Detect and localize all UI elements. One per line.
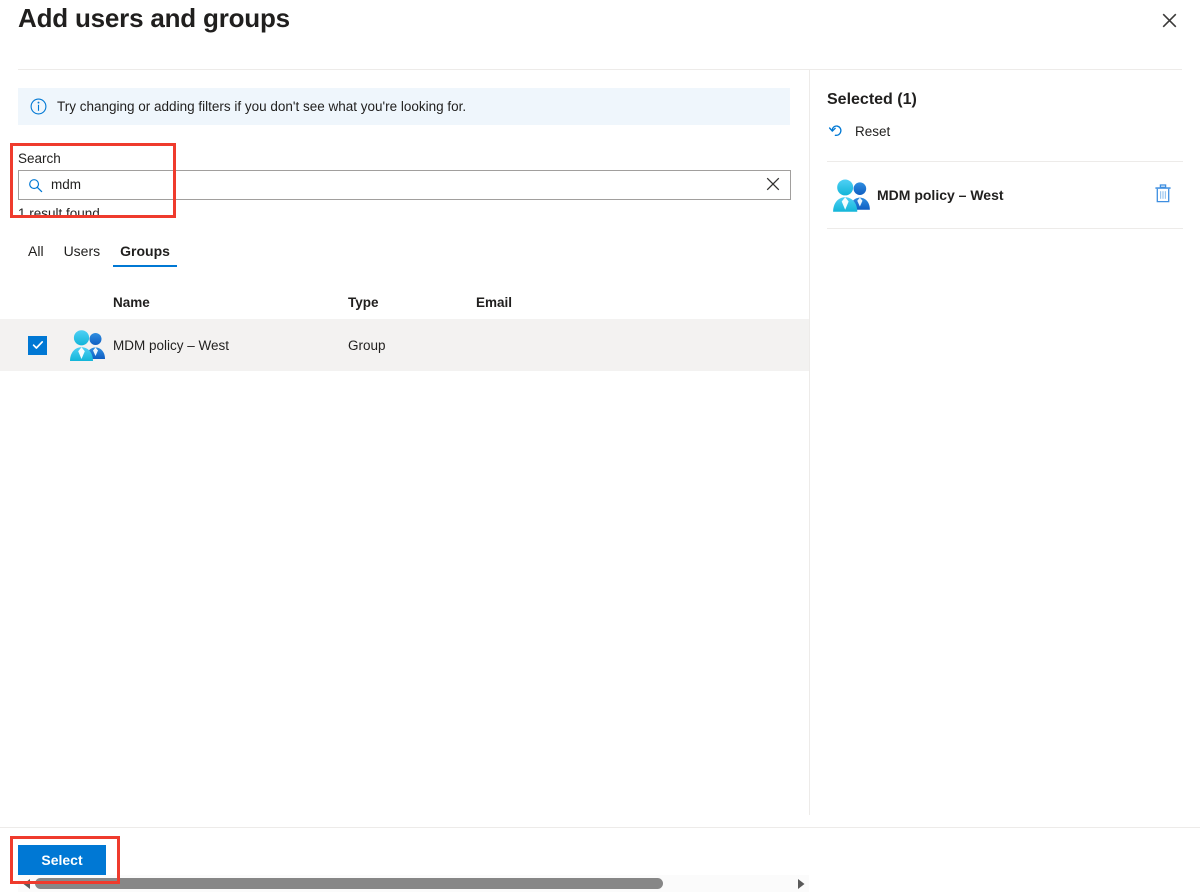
undo-arrow-icon [828, 122, 846, 140]
info-circle-icon [30, 98, 47, 115]
browse-pane: Try changing or adding filters if you do… [0, 70, 809, 892]
row-name: MDM policy – West [113, 337, 230, 353]
tab-all[interactable]: All [18, 243, 54, 267]
footer-divider [0, 827, 1200, 828]
row-avatar-cell [68, 328, 113, 362]
info-message-bar: Try changing or adding filters if you do… [18, 88, 790, 125]
filter-tabs: All Users Groups [18, 233, 180, 267]
close-icon [1162, 13, 1177, 28]
table-row[interactable]: MDM policy – West Group [0, 319, 809, 371]
search-area: Search 1 result found [18, 150, 791, 222]
results-table: Name Type Email MDM policy – West Group [0, 285, 809, 371]
selected-item-avatar [827, 177, 877, 213]
search-icon [19, 178, 51, 193]
search-input[interactable] [51, 172, 756, 198]
info-message-text: Try changing or adding filters if you do… [57, 99, 467, 114]
search-result-count: 1 result found [18, 206, 100, 221]
group-avatar-icon [833, 179, 870, 212]
trash-icon [1154, 184, 1172, 206]
selected-divider-bottom [827, 228, 1183, 229]
column-header-type: Type [348, 294, 379, 310]
dialog-header: Add users and groups [0, 0, 1200, 70]
column-header-email: Email [476, 294, 513, 310]
selected-pane: Selected (1) Reset MDM policy – West [810, 70, 1200, 815]
clear-x-icon [766, 177, 780, 194]
reset-label: Reset [855, 123, 891, 139]
search-field[interactable] [18, 170, 791, 200]
remove-selected-button[interactable] [1143, 183, 1183, 207]
group-avatar-icon [70, 330, 105, 361]
search-label: Search [18, 151, 61, 166]
reset-button[interactable]: Reset [824, 119, 894, 143]
tab-groups[interactable]: Groups [110, 243, 180, 267]
row-type: Group [348, 337, 386, 353]
selected-title: Selected (1) [827, 91, 917, 108]
tab-users[interactable]: Users [54, 243, 111, 267]
page-title: Add users and groups [18, 3, 290, 33]
checkmark-icon [32, 341, 43, 349]
select-button[interactable]: Select [18, 845, 106, 875]
close-button[interactable] [1153, 4, 1185, 36]
table-header-row: Name Type Email [0, 285, 809, 319]
row-checkbox[interactable] [28, 335, 47, 355]
clear-search-button[interactable] [756, 171, 790, 199]
selected-list-item[interactable]: MDM policy – West [827, 162, 1183, 228]
row-checkbox-cell [28, 335, 68, 355]
selected-item-name: MDM policy – West [877, 187, 1004, 203]
column-header-name: Name [113, 294, 150, 310]
